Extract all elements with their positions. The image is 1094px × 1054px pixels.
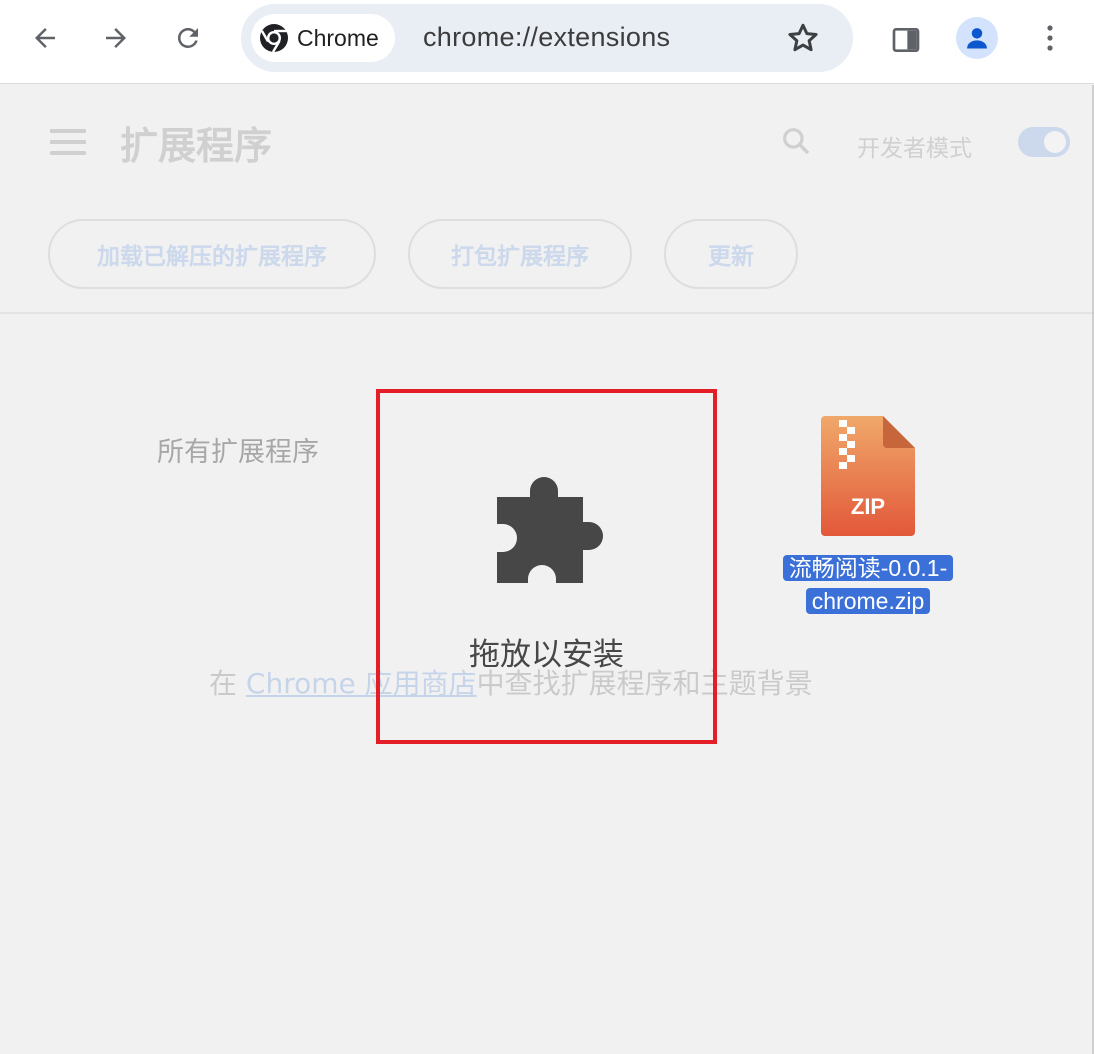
header-divider <box>0 312 1094 314</box>
site-chip-label: Chrome <box>297 24 379 51</box>
zip-type-badge: ZIP <box>850 494 886 519</box>
drop-to-install-label: 拖放以安装 <box>469 637 624 673</box>
reload-button[interactable] <box>168 18 208 58</box>
arrow-right-icon <box>106 28 126 48</box>
chrome-logo-icon <box>260 24 288 53</box>
zip-file-icon[interactable]: ZIP <box>819 414 917 538</box>
page-title: 扩展程序 <box>120 124 273 168</box>
side-panel-icon <box>892 28 920 52</box>
zip-file-name: 流畅阅读-0.0.1- chrome.zip <box>760 552 976 618</box>
pack-extension-button[interactable]: 打包扩展程序 <box>408 219 632 289</box>
drop-to-install-zone[interactable]: 拖放以安装 <box>376 389 717 744</box>
browser-toolbar: Chrome chrome://extensions <box>0 0 1094 84</box>
developer-mode-label: 开发者模式 <box>857 136 972 162</box>
zip-file-name-line2: chrome.zip <box>805 588 931 614</box>
arrow-left-icon <box>35 28 55 48</box>
side-panel-button[interactable] <box>886 20 926 60</box>
browser-menu-button[interactable] <box>1032 18 1068 58</box>
omnibox[interactable]: Chrome chrome://extensions <box>241 4 853 72</box>
menu-icon[interactable] <box>50 129 86 155</box>
back-button[interactable] <box>25 18 65 58</box>
all-extensions-label: 所有扩展程序 <box>157 437 319 468</box>
reload-icon <box>177 27 198 48</box>
store-prefix: 在 <box>209 667 246 700</box>
developer-mode-toggle[interactable] <box>1018 127 1070 157</box>
puzzle-piece-icon <box>497 477 603 583</box>
person-icon <box>967 28 987 49</box>
bookmark-star-icon[interactable] <box>785 20 821 56</box>
forward-button[interactable] <box>96 18 136 58</box>
site-chip[interactable]: Chrome <box>251 14 395 62</box>
update-button[interactable]: 更新 <box>664 219 798 289</box>
more-vertical-icon <box>1047 25 1053 51</box>
url-text[interactable]: chrome://extensions <box>423 22 670 53</box>
search-icon[interactable] <box>780 125 812 157</box>
profile-avatar[interactable] <box>956 17 998 59</box>
load-unpacked-button[interactable]: 加载已解压的扩展程序 <box>48 219 376 289</box>
zip-file-name-line1: 流畅阅读-0.0.1- <box>782 555 954 581</box>
